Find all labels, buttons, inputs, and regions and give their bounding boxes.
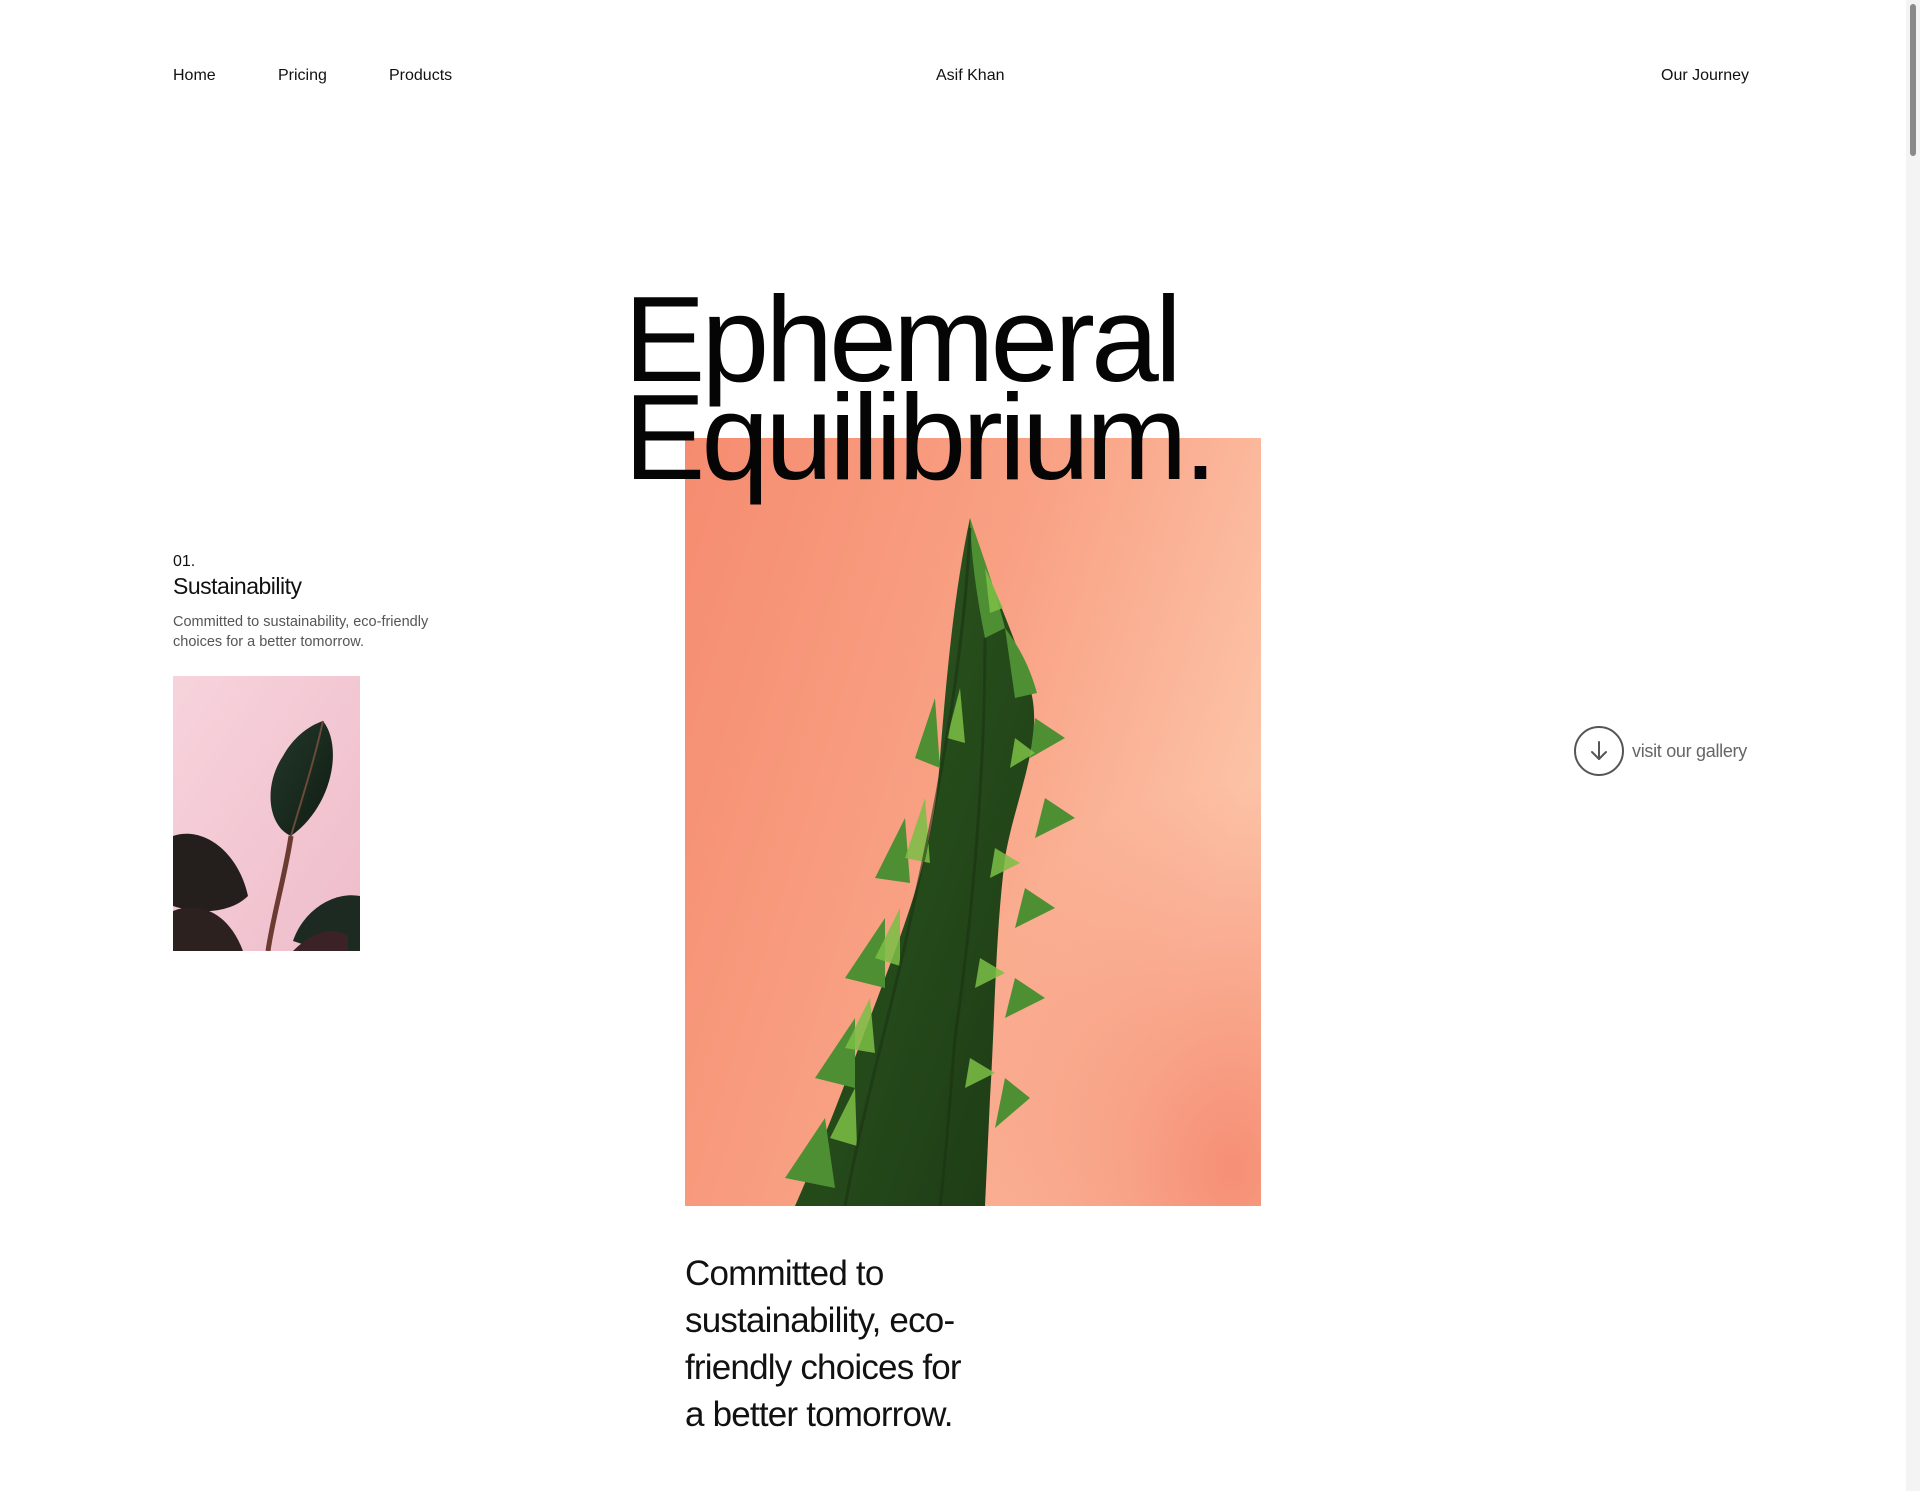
feature-description: Committed to sustainability, eco-friendl… — [173, 614, 429, 650]
visit-gallery-link[interactable]: visit our gallery — [1574, 726, 1747, 776]
brand-name[interactable]: Asif Khan — [936, 66, 1004, 86]
hero-plant-image — [685, 438, 1261, 1206]
feature-number: 01. — [173, 553, 196, 570]
nav-link-home[interactable]: Home — [173, 66, 216, 86]
visit-gallery-label[interactable]: visit our gallery — [1632, 741, 1747, 762]
scrollbar-thumb[interactable] — [1910, 4, 1916, 156]
rubber-plant-thumbnail[interactable] — [173, 676, 360, 951]
nav-link-our-journey[interactable]: Our Journey — [1661, 66, 1749, 86]
feature-title: Sustainability — [173, 573, 302, 599]
page: Home Pricing Products Asif Khan Our Jour… — [0, 0, 1920, 1491]
nav-link-products[interactable]: Products — [389, 66, 452, 86]
sustainability-statement: Committed to sustainability, eco-friendl… — [685, 1254, 962, 1434]
arrow-down-icon[interactable] — [1574, 726, 1624, 776]
hero-title: Ephemeral Equilibrium. — [624, 278, 1217, 505]
hero-title-line-2: Equilibrium. — [624, 369, 1217, 505]
page-scrollbar[interactable] — [1906, 0, 1920, 1491]
nav-link-pricing[interactable]: Pricing — [278, 66, 327, 86]
